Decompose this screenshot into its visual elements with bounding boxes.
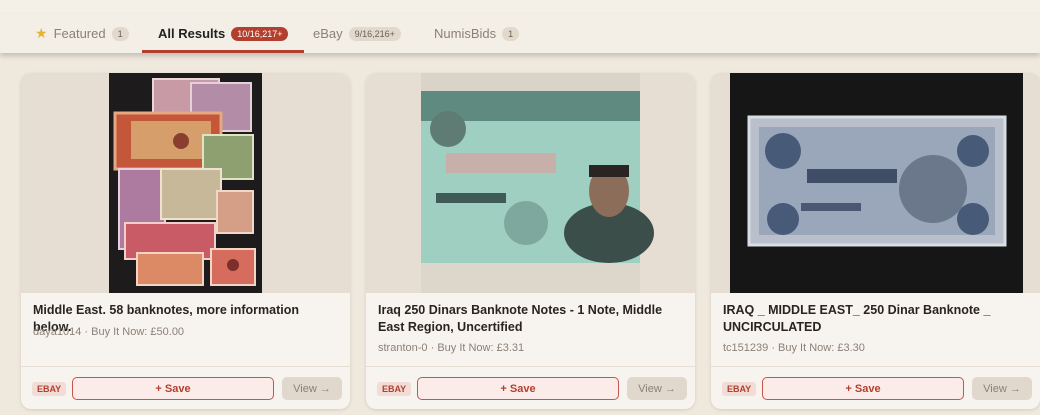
active-tab-indicator (142, 50, 305, 53)
tab-count-badge: 1 (111, 26, 129, 41)
listing-title[interactable]: Iraq 250 Dinars Banknote Notes - 1 Note,… (378, 302, 683, 336)
card-footer: EBAY + Save View → (711, 366, 1040, 409)
tab-ebay[interactable]: eBay 9/16,216+ (313, 14, 401, 53)
listing-meta: daya1014 · Buy It Now: £50.00 (33, 326, 185, 338)
view-button[interactable]: View → (972, 377, 1032, 400)
listing-card[interactable]: IRAQ _ MIDDLE EAST_ 250 Dinar Banknote _… (711, 73, 1040, 409)
card-footer: EBAY + Save View → (366, 366, 695, 409)
source-badge: EBAY (377, 382, 412, 396)
save-button[interactable]: + Save (72, 377, 274, 400)
star-icon: ★ (35, 25, 48, 41)
listing-title[interactable]: IRAQ _ MIDDLE EAST_ 250 Dinar Banknote _… (723, 302, 1028, 336)
listing-image[interactable] (21, 73, 350, 293)
tab-featured[interactable]: ★ Featured 1 (35, 14, 129, 53)
seller-name: stranton-0 (378, 342, 428, 354)
listing-meta: stranton-0 · Buy It Now: £3.31 (378, 342, 525, 354)
tab-count-badge: 10/16,217+ (231, 26, 289, 41)
tab-label: Featured (53, 26, 106, 41)
results-tab-bar: ★ Featured 1 All Results 10/16,217+ eBay… (0, 14, 1040, 53)
seller-name: daya1014 (33, 326, 82, 338)
tab-label: All Results (158, 26, 226, 41)
listing-price: Buy It Now: £50.00 (91, 326, 185, 338)
tab-count-badge: 1 (502, 26, 520, 41)
listing-price: Buy It Now: £3.31 (437, 342, 525, 354)
tab-label: NumisBids (434, 26, 497, 41)
listing-price: Buy It Now: £3.30 (778, 342, 865, 354)
tab-label: eBay (313, 26, 343, 41)
tab-all-results[interactable]: All Results 10/16,217+ (142, 14, 305, 53)
view-button[interactable]: View → (627, 377, 687, 400)
save-button[interactable]: + Save (762, 377, 964, 400)
iraq-250-dinar-photo (730, 73, 1023, 293)
tab-count-badge: 9/16,216+ (348, 26, 401, 41)
save-button[interactable]: + Save (417, 377, 619, 400)
listing-image[interactable] (366, 73, 695, 293)
card-footer: EBAY + Save View → (21, 366, 350, 409)
view-button[interactable]: View → (282, 377, 342, 400)
listing-meta: tc151239 · Buy It Now: £3.30 (723, 342, 865, 354)
source-badge: EBAY (32, 382, 67, 396)
banknote-collection-photo (109, 73, 262, 293)
listing-card[interactable]: Middle East. 58 banknotes, more informat… (21, 73, 350, 409)
source-badge: EBAY (722, 382, 757, 396)
listing-card[interactable]: Iraq 250 Dinars Banknote Notes - 1 Note,… (366, 73, 695, 409)
seller-name: tc151239 (723, 342, 769, 354)
tab-numisbids[interactable]: NumisBids 1 (434, 14, 520, 53)
listing-image[interactable] (711, 73, 1040, 293)
iraq-banknote-photo (421, 73, 654, 293)
